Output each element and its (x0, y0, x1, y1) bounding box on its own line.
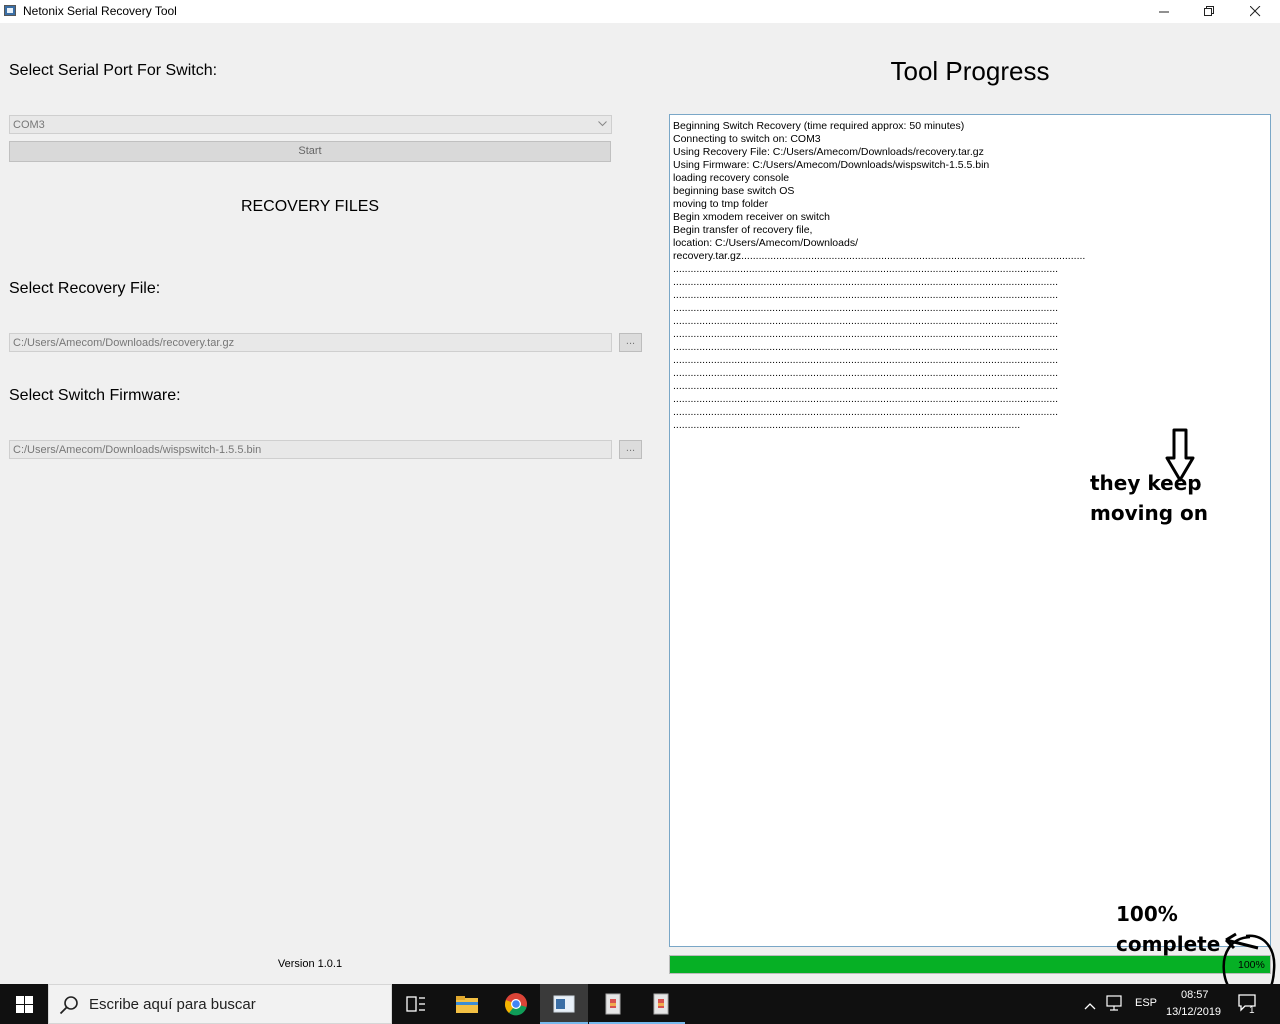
language-indicator[interactable]: ESP (1135, 997, 1157, 1009)
chevron-up-icon[interactable] (1084, 997, 1096, 1015)
log-line: loading recovery console (673, 172, 790, 184)
taskbar-search-box[interactable]: Escribe aquí para buscar (48, 984, 392, 1024)
notification-center-icon[interactable] (1238, 994, 1258, 1017)
log-line: location: C:/Users/Amecom/Downloads/ (673, 237, 858, 249)
restore-button[interactable] (1186, 0, 1232, 23)
log-line: Using Recovery File: C:/Users/Amecom/Dow… (673, 146, 984, 158)
log-line: ........................................… (673, 302, 1059, 314)
taskbar-file-explorer[interactable] (443, 984, 491, 1024)
serial-port-value: COM3 (13, 119, 45, 131)
chrome-icon (505, 993, 527, 1016)
firmware-browse-button[interactable]: ... (619, 440, 642, 459)
minimize-button[interactable] (1141, 0, 1187, 23)
log-line: ........................................… (673, 367, 1059, 379)
serial-port-select[interactable]: COM3 (9, 115, 612, 134)
annotation-complete: 100% complete (1116, 902, 1221, 956)
version-label: Version 1.0.1 (277, 958, 343, 970)
recovery-file-browse-button[interactable]: ... (619, 333, 642, 352)
window-title: Netonix Serial Recovery Tool (23, 4, 177, 18)
log-line: moving to tmp folder (673, 198, 769, 210)
taskbar-recovery-tool[interactable] (540, 984, 588, 1024)
taskbar-chrome[interactable] (492, 984, 540, 1024)
log-line: Beginning Switch Recovery (time required… (673, 120, 965, 132)
task-view-icon (406, 996, 425, 1012)
firmware-input[interactable]: C:/Users/Amecom/Downloads/wispswitch-1.5… (9, 440, 612, 459)
tool-progress-title: Tool Progress (890, 56, 1050, 86)
app-window-icon (553, 995, 575, 1013)
windows-start-button[interactable] (0, 984, 48, 1024)
chevron-down-icon (598, 119, 607, 129)
log-line: recovery.tar.gz.........................… (673, 250, 1086, 262)
annotation-keep-moving: they keep moving on (1090, 471, 1208, 525)
recovery-files-title: RECOVERY FILES (240, 198, 380, 215)
log-line: Connecting to switch on: COM3 (673, 133, 821, 145)
app-icon (4, 5, 16, 16)
taskbar: Escribe aquí para buscar ESP 08:57 13/12… (0, 984, 1280, 1024)
document-app-icon (653, 993, 669, 1015)
folder-icon (456, 996, 478, 1013)
log-line: ........................................… (673, 263, 1059, 275)
firmware-label: Select Switch Firmware: (9, 387, 181, 404)
windows-logo-icon (15, 995, 33, 1013)
serial-port-label: Select Serial Port For Switch: (9, 62, 218, 79)
log-line: ........................................… (673, 393, 1059, 405)
log-line: ........................................… (673, 289, 1059, 301)
progress-log[interactable]: Beginning Switch Recovery (time required… (669, 114, 1271, 947)
log-line: ........................................… (673, 354, 1059, 366)
title-bar: Netonix Serial Recovery Tool (0, 0, 1280, 23)
taskbar-app-1[interactable] (589, 984, 637, 1024)
recovery-file-input[interactable]: C:/Users/Amecom/Downloads/recovery.tar.g… (9, 333, 612, 352)
log-line: Begin xmodem receiver on switch (673, 211, 830, 223)
notification-count: 1 (1249, 1005, 1255, 1016)
log-line: Begin transfer of recovery file, (673, 224, 813, 236)
log-line: ........................................… (673, 328, 1059, 340)
task-view-button[interactable] (392, 984, 440, 1024)
log-line: ........................................… (673, 406, 1059, 418)
taskbar-app-2[interactable] (637, 984, 685, 1024)
clock-time[interactable]: 08:57 (1181, 989, 1209, 1001)
start-button[interactable]: Start (9, 141, 611, 162)
document-app-icon (605, 993, 621, 1015)
log-line: Using Firmware: C:/Users/Amecom/Download… (673, 159, 990, 171)
log-line: beginning base switch OS (673, 185, 795, 197)
recovery-file-label: Select Recovery File: (9, 280, 161, 297)
close-button[interactable] (1232, 0, 1278, 23)
clock-date[interactable]: 13/12/2019 (1166, 1006, 1221, 1018)
network-icon[interactable] (1106, 995, 1124, 1016)
search-icon (59, 996, 78, 1015)
log-line: ........................................… (673, 380, 1059, 392)
log-line: ........................................… (673, 341, 1059, 353)
search-placeholder: Escribe aquí para buscar (89, 996, 256, 1013)
log-line: ........................................… (673, 315, 1059, 327)
log-line: ........................................… (673, 276, 1059, 288)
